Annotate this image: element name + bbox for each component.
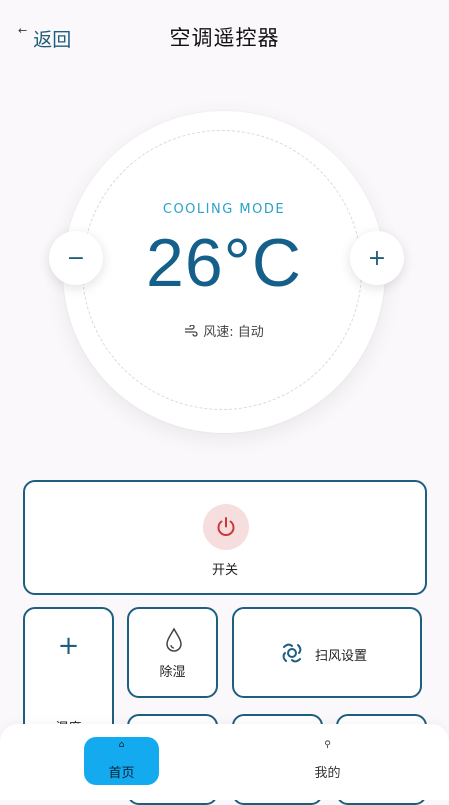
nav-mine-label: 我的 [314, 766, 341, 781]
temperature-increase-button[interactable]: + [350, 231, 404, 285]
dehumidify-button[interactable]: 除湿 [127, 607, 218, 698]
power-button[interactable]: 开关 [23, 480, 427, 595]
swing-icon [282, 643, 302, 663]
fan-speed-label: 风速: 自动 [203, 325, 264, 340]
minus-icon: − [66, 245, 86, 271]
power-icon [203, 504, 249, 550]
power-label: 开关 [211, 563, 238, 578]
temperature-value: 26°C [146, 225, 302, 301]
nav-mine[interactable]: ⚲ 我的 [290, 737, 365, 785]
fan-speed: 风速: 自动 [63, 321, 385, 340]
bottom-nav: ⌂ 首页 ⚲ 我的 [0, 724, 449, 800]
mode-label: COOLING MODE [162, 202, 286, 217]
wind-icon [185, 324, 198, 337]
plus-icon: + [367, 245, 387, 271]
temperature-decrease-button[interactable]: − [49, 231, 103, 285]
nav-home[interactable]: ⌂ 首页 [84, 737, 159, 785]
temperature-dial: COOLING MODE 26°C 风速: 自动 [63, 111, 385, 433]
water-drop-icon [166, 627, 182, 652]
plus-icon: + [57, 631, 80, 661]
swing-label: 扫风设置 [315, 649, 368, 664]
person-icon: ⚲ [324, 740, 331, 750]
header: ← 返回 空调遥控器 [0, 0, 449, 76]
swing-settings-button[interactable]: 扫风设置 [232, 607, 422, 698]
page-title: 空调遥控器 [169, 26, 280, 50]
nav-home-label: 首页 [108, 766, 135, 781]
home-icon: ⌂ [118, 740, 125, 750]
dehumidify-label: 除湿 [159, 665, 186, 680]
